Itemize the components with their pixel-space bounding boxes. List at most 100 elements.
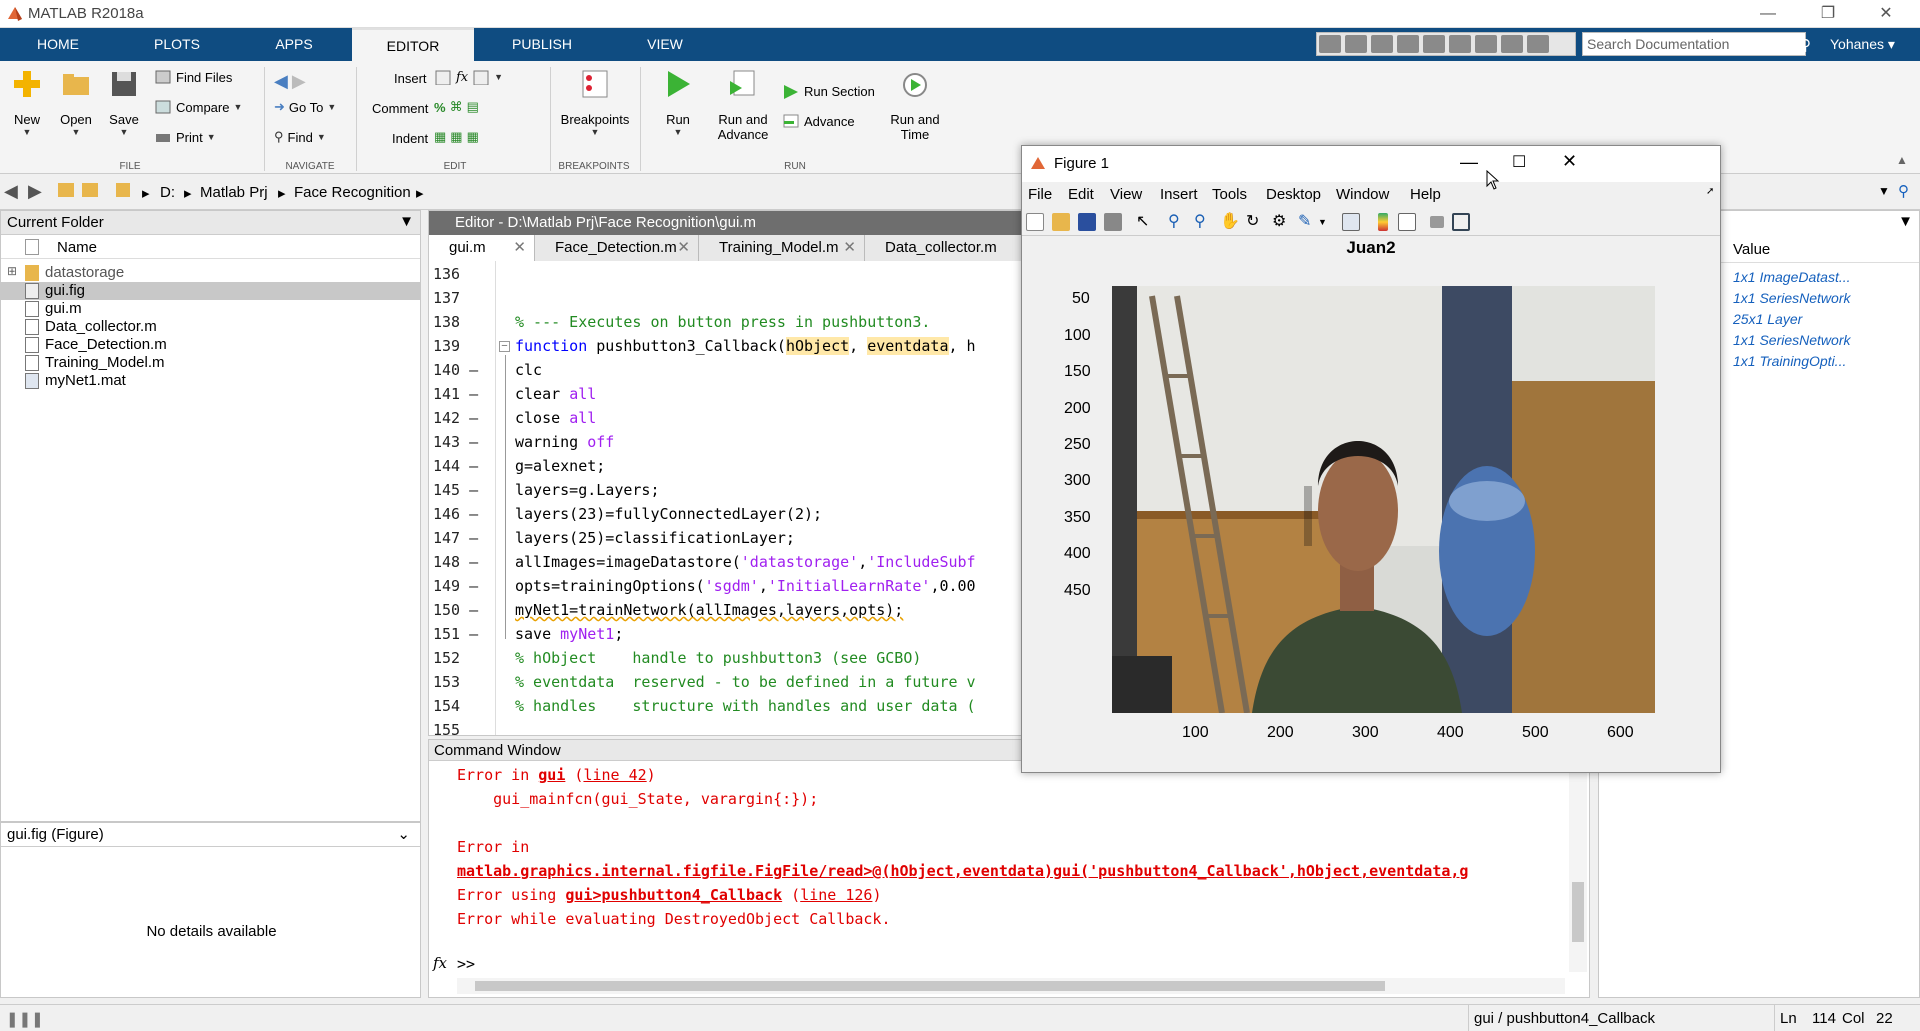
error-link[interactable]: matlab.graphics.internal.figfile.FigFile… <box>457 862 1468 880</box>
breadcrumb-face-recognition[interactable]: Face Recognition <box>294 184 411 201</box>
show-plot-tools-icon[interactable] <box>1452 213 1470 231</box>
pointer-icon[interactable]: ↖ <box>1136 213 1154 231</box>
increase-indent-icon[interactable]: ▦ <box>450 129 462 145</box>
workspace-value[interactable]: 1x1 ImageDatast... <box>1733 269 1851 285</box>
name-column-header[interactable]: Name <box>1 235 420 259</box>
open-file-icon[interactable] <box>1052 213 1070 231</box>
editor-tab-training-model[interactable]: Training_Model.m ✕ <box>699 235 865 261</box>
panel-menu-icon[interactable]: ▼ <box>1898 213 1913 230</box>
browse-folder-icon[interactable] <box>82 183 98 197</box>
insert-button[interactable]: Insert <box>394 71 427 86</box>
tab-plots[interactable]: PLOTS <box>118 28 236 61</box>
breakpoints-button[interactable]: Breakpoints ▼ <box>556 69 634 137</box>
address-search-icon[interactable]: ⚲ <box>1898 182 1909 200</box>
print-button[interactable]: Print ▼ <box>154 129 216 145</box>
minimize-icon[interactable]: — <box>1748 2 1788 26</box>
restore-icon[interactable]: ❐ <box>1808 2 1848 26</box>
wrap-comments-icon[interactable]: ▤ <box>467 99 479 115</box>
user-menu[interactable]: Yohanes ▾ <box>1830 36 1895 53</box>
hide-plot-tools-icon[interactable] <box>1430 216 1444 228</box>
tab-editor[interactable]: EDITOR <box>352 28 474 61</box>
tab-view[interactable]: VIEW <box>610 28 720 61</box>
colorbar-icon[interactable] <box>1378 213 1388 231</box>
advance-button[interactable]: Advance <box>782 113 855 129</box>
pan-icon[interactable]: ✋ <box>1220 213 1240 231</box>
breadcrumb-drive[interactable]: D: <box>160 184 175 201</box>
link-plot-icon[interactable] <box>1342 213 1360 231</box>
editor-tab-face-detection[interactable]: Face_Detection.m ✕ <box>535 235 699 261</box>
horizontal-scrollbar[interactable] <box>457 978 1565 994</box>
run-button[interactable]: Run ▼ <box>656 69 700 137</box>
decrease-indent-icon[interactable]: ▦ <box>467 129 479 145</box>
brush-icon[interactable]: ✎ <box>1298 213 1316 231</box>
value-column-header[interactable]: Value <box>1719 237 1919 263</box>
up-folder-icon[interactable] <box>58 183 74 197</box>
minimize-icon[interactable]: — <box>1460 152 1478 173</box>
search-icon[interactable]: ⚲ <box>1800 36 1811 54</box>
fx-icon[interactable]: fx <box>433 954 447 972</box>
back-icon[interactable]: ◀ <box>4 181 18 202</box>
command-prompt[interactable]: >> <box>457 955 475 972</box>
list-item[interactable]: Face_Detection.m <box>25 336 167 353</box>
close-icon[interactable]: ✕ <box>1562 151 1577 172</box>
close-tab-icon[interactable]: ✕ <box>843 235 856 261</box>
code-area[interactable]: 136 137 138 139 140 – 141 – 142 – 143 – … <box>429 261 1037 735</box>
find-files-button[interactable]: Find Files <box>154 69 232 85</box>
workspace-value[interactable]: 1x1 SeriesNetwork <box>1733 332 1851 348</box>
editor-tab-gui-m[interactable]: gui.m ✕ <box>429 235 535 261</box>
workspace-value[interactable]: 25x1 Layer <box>1733 311 1802 327</box>
panel-menu-icon[interactable]: ▼ <box>399 213 414 230</box>
tab-apps[interactable]: APPS <box>238 28 350 61</box>
menu-window[interactable]: Window <box>1336 186 1389 203</box>
menu-help[interactable]: Help <box>1410 186 1441 203</box>
insert-tools[interactable]: fx ▼ <box>434 69 503 85</box>
run-and-time-button[interactable]: Run and Time <box>884 69 946 142</box>
close-tab-icon[interactable]: ✕ <box>513 235 526 261</box>
back-forward-buttons[interactable]: ◀ ▶ <box>274 71 306 92</box>
tab-publish[interactable]: PUBLISH <box>476 28 608 61</box>
list-item[interactable]: gui.fig <box>25 282 85 299</box>
smart-indent-icon[interactable]: ▦ <box>434 129 446 145</box>
save-button[interactable]: Save ▼ <box>104 69 144 137</box>
collapse-ribbon-icon[interactable]: ▲ <box>1896 153 1908 167</box>
search-documentation-input[interactable]: Search Documentation <box>1582 32 1806 56</box>
workspace-value[interactable]: 1x1 TrainingOpti... <box>1733 353 1846 369</box>
menu-desktop[interactable]: Desktop <box>1266 186 1321 203</box>
comment-button[interactable]: Comment <box>372 101 428 116</box>
zoom-in-icon[interactable]: ⚲ <box>1168 213 1186 231</box>
editor-tab-data-collector[interactable]: Data_collector.m <box>865 235 1039 261</box>
go-to-button[interactable]: ➜ Go To ▼ <box>274 99 336 115</box>
list-item[interactable]: gui.m <box>25 300 82 317</box>
menu-insert[interactable]: Insert <box>1160 186 1198 203</box>
zoom-out-icon[interactable]: ⚲ <box>1194 213 1212 231</box>
data-cursor-icon[interactable]: ⚙ <box>1272 213 1290 231</box>
new-button[interactable]: New ▼ <box>8 69 46 137</box>
run-section-button[interactable]: Run Section <box>782 83 875 99</box>
legend-icon[interactable] <box>1398 213 1416 231</box>
workspace-value[interactable]: 1x1 SeriesNetwork <box>1733 290 1851 306</box>
indent-button[interactable]: Indent <box>392 131 428 146</box>
vertical-scrollbar[interactable] <box>1569 762 1587 972</box>
print-figure-icon[interactable] <box>1104 213 1122 231</box>
rotate-icon[interactable]: ↻ <box>1246 213 1264 231</box>
save-figure-icon[interactable] <box>1078 213 1096 231</box>
list-item[interactable]: datastorage <box>25 264 124 281</box>
menu-edit[interactable]: Edit <box>1068 186 1094 203</box>
close-tab-icon[interactable]: ✕ <box>677 235 690 261</box>
quick-access-toolbar[interactable] <box>1316 32 1576 56</box>
run-and-advance-button[interactable]: Run and Advance <box>712 69 774 142</box>
breadcrumb-matlab-prj[interactable]: Matlab Prj <box>200 184 268 201</box>
uncomment-icon[interactable]: ⌘ <box>450 99 463 115</box>
maximize-icon[interactable]: ☐ <box>1512 152 1526 172</box>
fx-icon[interactable]: fx <box>456 70 468 85</box>
open-button[interactable]: Open ▼ <box>56 69 96 137</box>
menu-tools[interactable]: Tools <box>1212 186 1247 203</box>
command-output[interactable]: Error in gui (line 42) gui_mainfcn(gui_S… <box>429 762 1579 972</box>
find-button[interactable]: ⚲ Find ▼ <box>274 129 326 145</box>
brush-dropdown-icon[interactable]: ▼ <box>1318 213 1336 231</box>
expand-icon[interactable]: ⊞ <box>7 264 17 278</box>
forward-icon[interactable]: ▶ <box>28 181 42 202</box>
list-item[interactable]: Training_Model.m <box>25 354 165 371</box>
close-icon[interactable]: ✕ <box>1866 2 1906 26</box>
forward-arrow-icon[interactable]: ▶ <box>292 71 306 92</box>
